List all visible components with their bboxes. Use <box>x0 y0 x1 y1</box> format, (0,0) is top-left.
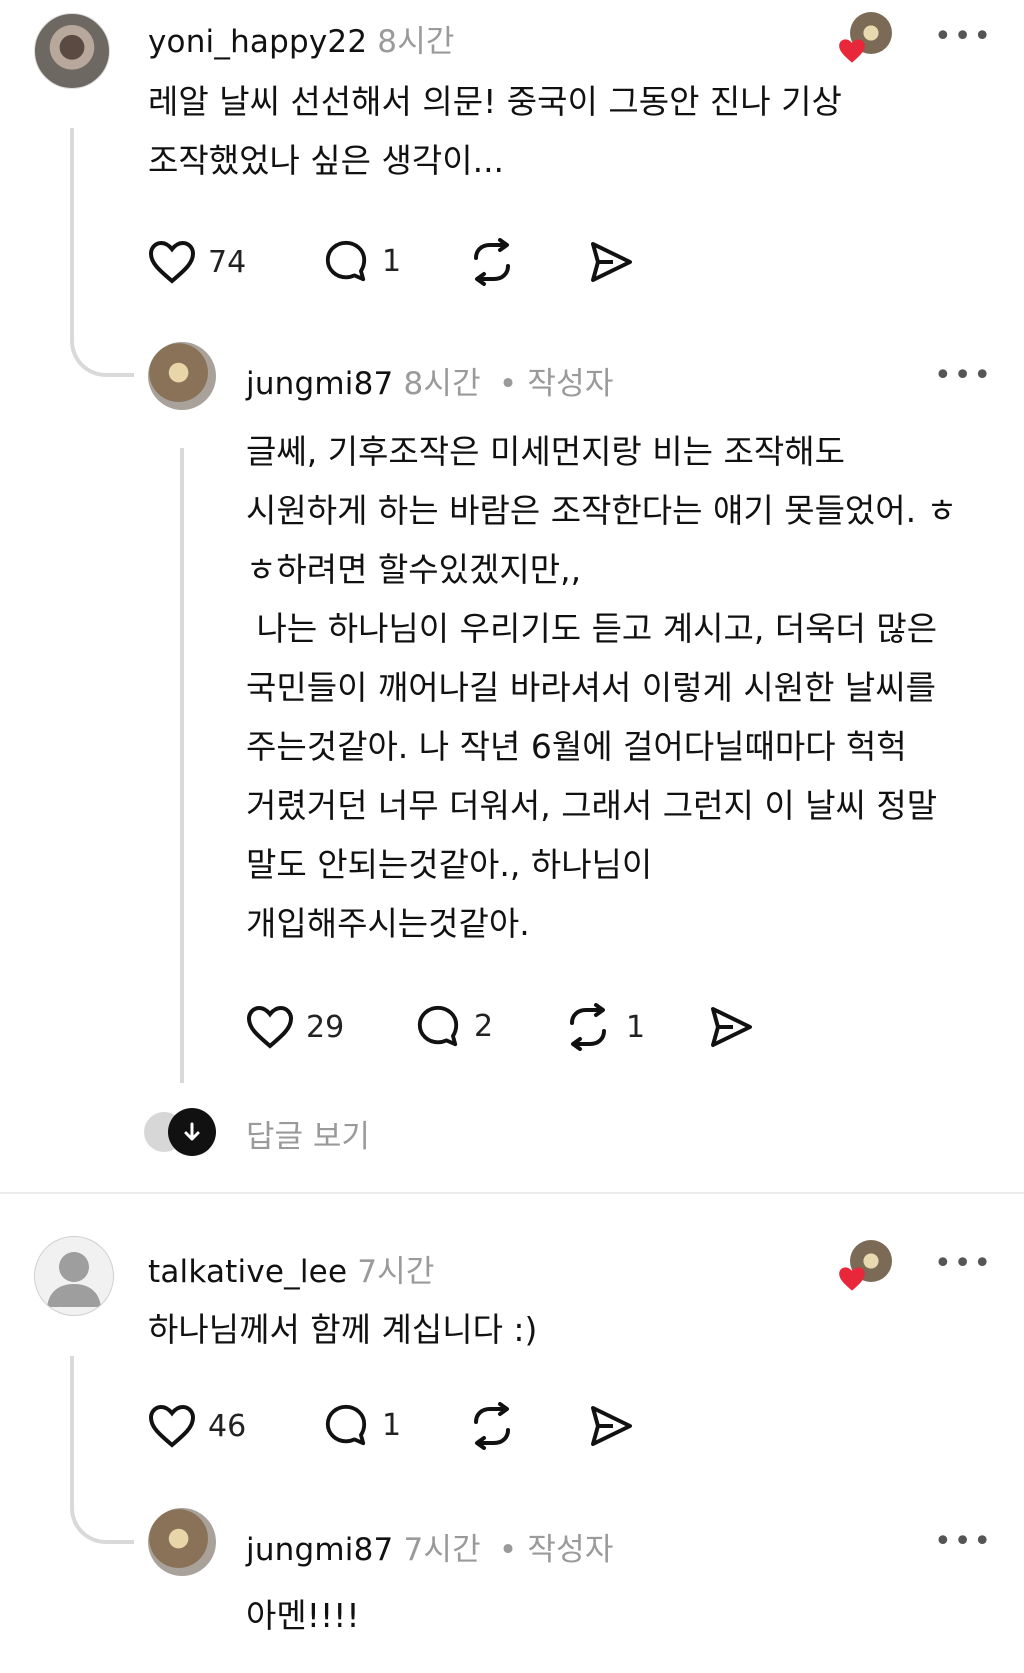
arrow-down-icon <box>168 1108 216 1156</box>
repost-action[interactable] <box>466 1402 518 1450</box>
send-icon <box>591 242 632 282</box>
thread-line <box>180 448 184 1083</box>
view-replies-button[interactable]: 답글 보기 <box>144 1108 370 1158</box>
reply-action[interactable]: 1 <box>322 238 401 284</box>
heart-icon <box>148 240 196 284</box>
comment-text: 하나님께서 함께 계십니다 :) <box>148 1310 538 1349</box>
username[interactable]: jungmi87 <box>246 366 393 402</box>
more-icon[interactable]: ••• <box>934 1524 993 1559</box>
author-liked-badge <box>838 12 894 68</box>
avatar[interactable] <box>148 1508 216 1576</box>
like-action[interactable]: 29 <box>246 1005 344 1049</box>
username[interactable]: yoni_happy22 <box>148 24 367 60</box>
send-icon <box>591 1406 632 1446</box>
heart-icon <box>246 1005 294 1049</box>
share-action[interactable] <box>586 1402 636 1450</box>
comment-icon <box>325 1404 367 1446</box>
author-tag: • 작성자 <box>498 1532 614 1568</box>
timestamp: 8시간 <box>377 24 455 60</box>
avatar[interactable] <box>34 13 110 89</box>
heart-icon <box>148 1404 196 1448</box>
repost-count: 1 <box>626 1009 646 1045</box>
like-action[interactable]: 74 <box>148 240 246 284</box>
timestamp: 7시간 <box>403 1532 481 1568</box>
thread-connector <box>70 1356 134 1544</box>
comment-icon <box>417 1005 459 1047</box>
repost-action[interactable]: 1 <box>562 1003 645 1051</box>
heart-badge-icon <box>839 1267 865 1291</box>
comment-text: 레알 날씨 선선해서 의문! 중국이 그동안 진나 기상 조작했었나 싶은 생각… <box>148 82 842 180</box>
heart-badge-icon <box>839 39 865 63</box>
comment-icon <box>325 240 367 282</box>
comment-header: yoni_happy22 8시간 <box>148 16 455 61</box>
reply-text: 아멘!!!! <box>246 1596 360 1635</box>
more-icon[interactable]: ••• <box>934 19 993 54</box>
reply-header: jungmi87 8시간 • 작성자 <box>246 358 614 403</box>
repost-action[interactable] <box>466 238 518 286</box>
avatar[interactable] <box>148 342 216 410</box>
send-icon <box>711 1007 752 1047</box>
repost-icon <box>474 1402 510 1450</box>
reply-header: jungmi87 7시간 • 작성자 <box>246 1524 614 1569</box>
share-action[interactable] <box>706 1003 756 1051</box>
username[interactable]: talkative_lee <box>148 1254 347 1290</box>
divider <box>0 1192 1024 1194</box>
like-count: 46 <box>208 1408 247 1444</box>
reply-count: 1 <box>382 1407 402 1443</box>
like-count: 74 <box>208 244 247 280</box>
default-avatar-icon[interactable] <box>34 1236 114 1316</box>
comment-header: talkative_lee 7시간 <box>148 1246 435 1291</box>
reply-action[interactable]: 1 <box>322 1402 401 1448</box>
thread-connector <box>70 128 134 377</box>
like-action[interactable]: 46 <box>148 1404 246 1448</box>
more-icon[interactable]: ••• <box>934 1246 993 1281</box>
repost-icon <box>570 1003 606 1051</box>
more-icon[interactable]: ••• <box>934 358 993 393</box>
timestamp: 8시간 <box>403 366 481 402</box>
view-replies-label: 답글 보기 <box>246 1118 370 1155</box>
author-tag: • 작성자 <box>498 366 614 402</box>
timestamp: 7시간 <box>357 1254 435 1290</box>
reply-count: 1 <box>382 243 402 279</box>
author-liked-badge <box>838 1240 894 1296</box>
reply-action[interactable]: 2 <box>414 1003 493 1049</box>
reply-count: 2 <box>474 1008 494 1044</box>
reply-text: 글쎄, 기후조작은 미세먼지랑 비는 조작해도 시원하게 하는 바람은 조작한다… <box>246 432 957 943</box>
share-action[interactable] <box>586 238 636 286</box>
repost-icon <box>474 238 510 286</box>
like-count: 29 <box>306 1009 345 1045</box>
username[interactable]: jungmi87 <box>246 1532 393 1568</box>
